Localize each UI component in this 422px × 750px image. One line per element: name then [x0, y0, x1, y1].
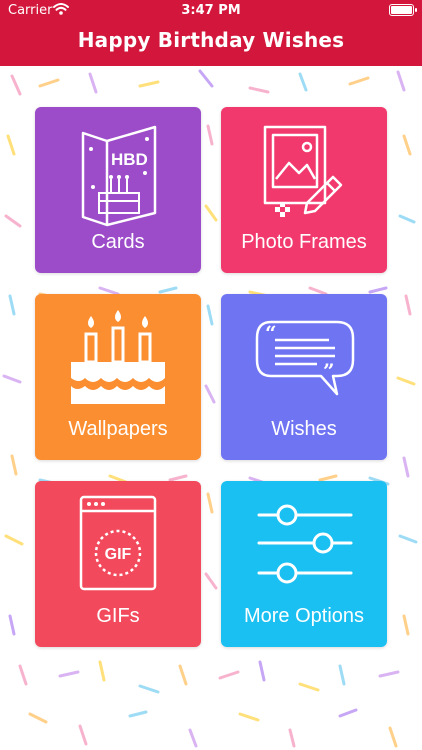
photo-frames-tile[interactable]: Photo Frames [221, 107, 387, 273]
sliders-icon [257, 504, 353, 584]
svg-text:“: “ [265, 321, 277, 345]
battery-icon [389, 4, 417, 16]
svg-text:”: ” [323, 359, 335, 383]
birthday-card-icon: HBD [81, 125, 157, 227]
gif-text: GIF [105, 546, 132, 563]
photo-frame-icon [263, 125, 343, 217]
cards-label: Cards [91, 231, 145, 253]
more-options-tile[interactable]: More Options [221, 481, 387, 647]
app-header: Carrier 3:47 PM Happy Birthday Wishes [0, 0, 422, 66]
wallpapers-tile[interactable]: Wallpapers [35, 294, 201, 460]
wishes-label: Wishes [271, 418, 337, 440]
wallpapers-label: Wallpapers [68, 418, 168, 440]
gifs-tile[interactable]: GIF GIFs [35, 481, 201, 647]
speech-bubble-icon: “ ” [255, 320, 355, 396]
gif-icon: GIF [79, 495, 157, 591]
cards-tile[interactable]: HBD Cards [35, 107, 201, 273]
photo-frames-label: Photo Frames [241, 231, 367, 253]
cake-icon [71, 310, 165, 404]
status-bar: Carrier 3:47 PM [0, 0, 422, 22]
hbd-text: HBD [111, 150, 148, 169]
wishes-tile[interactable]: “ ” Wishes [221, 294, 387, 460]
page-title: Happy Birthday Wishes [77, 28, 345, 52]
status-time: 3:47 PM [181, 3, 241, 18]
more-options-label: More Options [243, 605, 365, 627]
gifs-label: GIFs [96, 605, 140, 627]
